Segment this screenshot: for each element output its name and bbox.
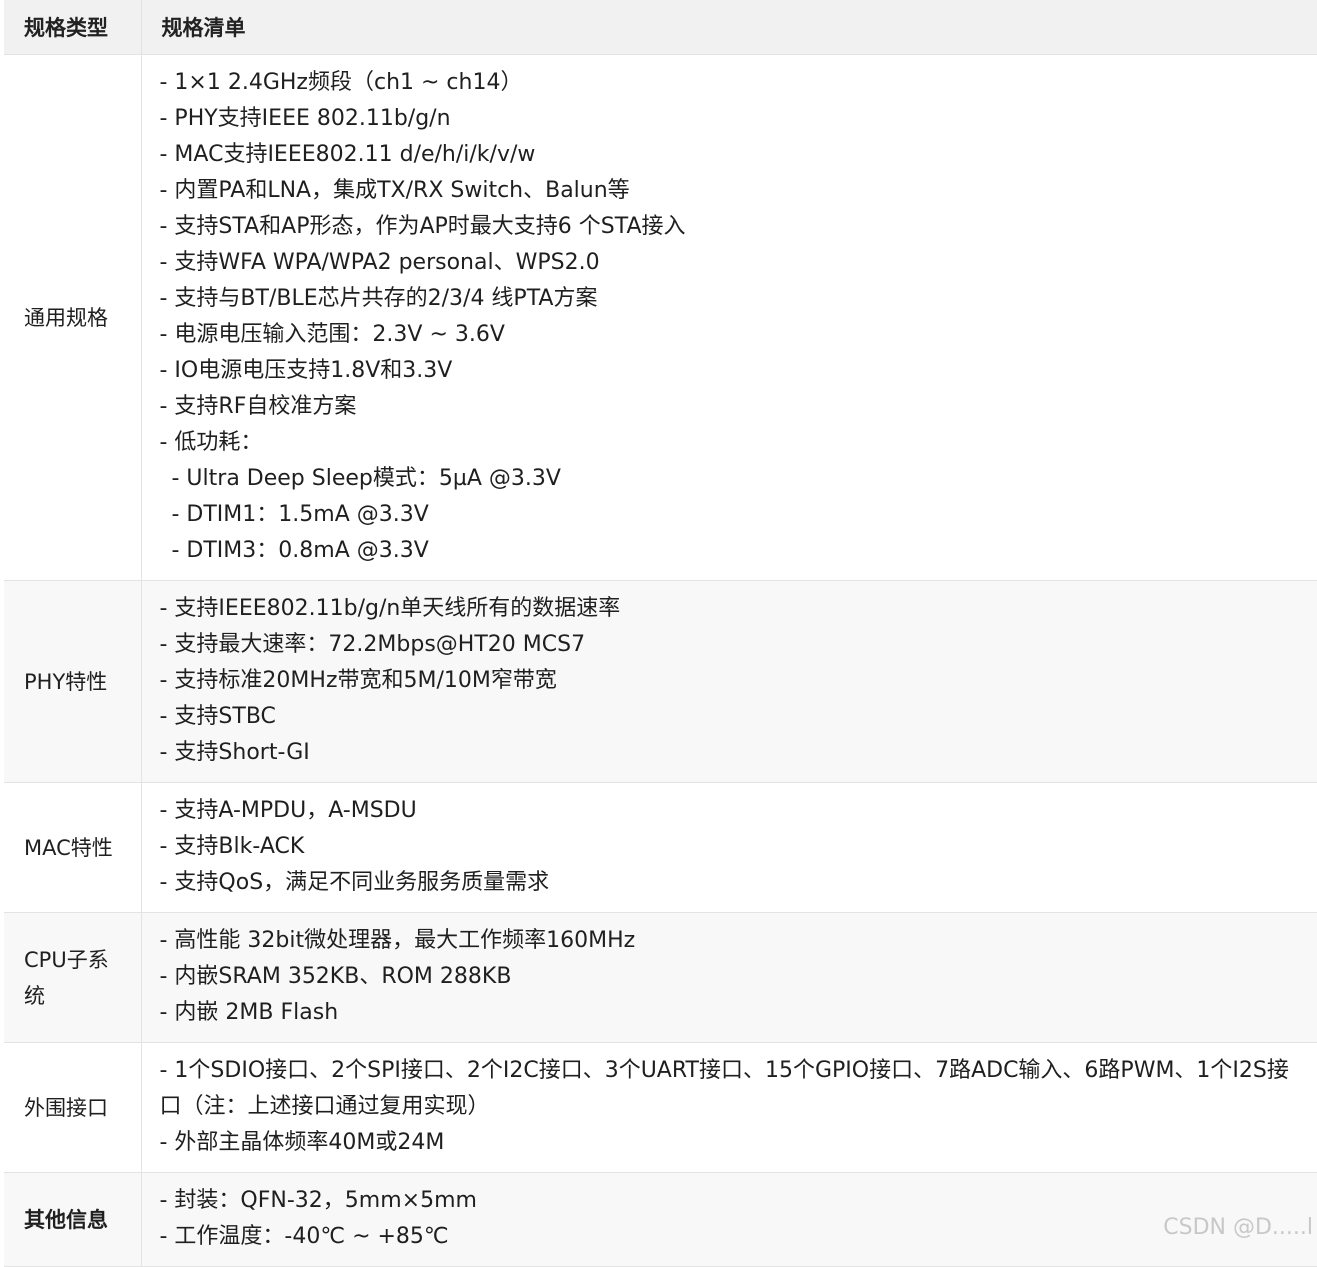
category-cell: 通用规格 (4, 54, 142, 581)
list-item: - 支持标准20MHz带宽和5M/10M窄带宽 (159, 668, 557, 693)
sub-list-item: - DTIM1：1.5mA @3.3V (171, 502, 429, 527)
list-item: - 1个SDIO接口、2个SPI接口、2个I2C接口、3个UART接口、15个G… (159, 1058, 1289, 1119)
list-item: - 封装：QFN-32，5mm×5mm (159, 1188, 477, 1213)
list-item: - 支持STBC (159, 704, 276, 729)
list-item: - MAC支持IEEE802.11 d/e/h/i/k/v/w (159, 142, 536, 167)
list-item: - IO电源电压支持1.8V和3.3V (159, 358, 453, 383)
items-cell: - 高性能 32bit微处理器，最大工作频率160MHz - 内嵌SRAM 35… (141, 912, 1317, 1043)
list-item: - 支持最大速率：72.2Mbps@HT20 MCS7 (159, 632, 586, 657)
list-item: - 外部主晶体频率40M或24M (159, 1130, 445, 1155)
table-row-general: 通用规格 - 1×1 2.4GHz频段（ch1 ~ ch14） - PHY支持I… (4, 54, 1317, 581)
items-cell: - 支持IEEE802.11b/g/n单天线所有的数据速率 - 支持最大速率：7… (141, 580, 1317, 783)
header-row: 规格类型 规格清单 (4, 0, 1317, 55)
sub-list-item: - DTIM3：0.8mA @3.3V (171, 538, 429, 563)
list-item: - 支持WFA WPA/WPA2 personal、WPS2.0 (159, 250, 600, 275)
list-item: - 支持RF自校准方案 (159, 394, 357, 419)
list-item: - 支持A-MPDU，A-MSDU (159, 798, 417, 823)
list-item: - 支持QoS，满足不同业务服务质量需求 (159, 870, 550, 895)
category-cell: PHY特性 (4, 580, 142, 783)
list-item: - 低功耗： (159, 430, 263, 455)
table-row-phy: PHY特性 - 支持IEEE802.11b/g/n单天线所有的数据速率 - 支持… (4, 580, 1317, 783)
items-cell: - 1×1 2.4GHz频段（ch1 ~ ch14） - PHY支持IEEE 8… (141, 54, 1317, 581)
header-spec-type: 规格类型 (4, 0, 142, 55)
category-cell: 其他信息 (4, 1172, 142, 1267)
list-item: - 支持IEEE802.11b/g/n单天线所有的数据速率 (159, 596, 621, 621)
category-cell: 外围接口 (4, 1042, 142, 1173)
category-cell: MAC特性 (4, 782, 142, 913)
items-cell: - 支持A-MPDU，A-MSDU - 支持Blk-ACK - 支持QoS，满足… (141, 782, 1317, 913)
list-item: - 支持STA和AP形态，作为AP时最大支持6 个STA接入 (159, 214, 686, 239)
list-item: - 支持Short-GI (159, 740, 310, 765)
list-item: - PHY支持IEEE 802.11b/g/n (159, 106, 451, 131)
spec-table: 规格类型 规格清单 通用规格 - 1×1 2.4GHz频段（ch1 ~ ch14… (4, 0, 1317, 1267)
header-spec-list: 规格清单 (141, 0, 1317, 55)
sub-list-item: - Ultra Deep Sleep模式：5µA @3.3V (171, 466, 561, 491)
list-item: - 内置PA和LNA，集成TX/RX Switch、Balun等 (159, 178, 630, 203)
list-item: - 1×1 2.4GHz频段（ch1 ~ ch14） (159, 70, 523, 95)
category-cell: CPU子系统 (4, 912, 142, 1043)
list-item: - 电源电压输入范围：2.3V ~ 3.6V (159, 322, 505, 347)
list-item: - 工作温度：-40℃ ~ +85℃ (159, 1224, 449, 1249)
table-row-other: 其他信息 - 封装：QFN-32，5mm×5mm - 工作温度：-40℃ ~ +… (4, 1172, 1317, 1267)
items-cell: - 1个SDIO接口、2个SPI接口、2个I2C接口、3个UART接口、15个G… (141, 1042, 1317, 1173)
list-item: - 支持Blk-ACK (159, 834, 305, 859)
table-row-cpu: CPU子系统 - 高性能 32bit微处理器，最大工作频率160MHz - 内嵌… (4, 912, 1317, 1043)
list-item: - 支持与BT/BLE芯片共存的2/3/4 线PTA方案 (159, 286, 598, 311)
list-item: - 高性能 32bit微处理器，最大工作频率160MHz (159, 928, 636, 953)
table-row-peripheral: 外围接口 - 1个SDIO接口、2个SPI接口、2个I2C接口、3个UART接口… (4, 1042, 1317, 1173)
items-cell: - 封装：QFN-32，5mm×5mm - 工作温度：-40℃ ~ +85℃ (141, 1172, 1317, 1267)
list-item: - 内嵌 2MB Flash (159, 1000, 339, 1025)
table-row-mac: MAC特性 - 支持A-MPDU，A-MSDU - 支持Blk-ACK - 支持… (4, 782, 1317, 913)
list-item: - 内嵌SRAM 352KB、ROM 288KB (159, 964, 512, 989)
watermark: CSDN @D.....l (1163, 1215, 1313, 1240)
